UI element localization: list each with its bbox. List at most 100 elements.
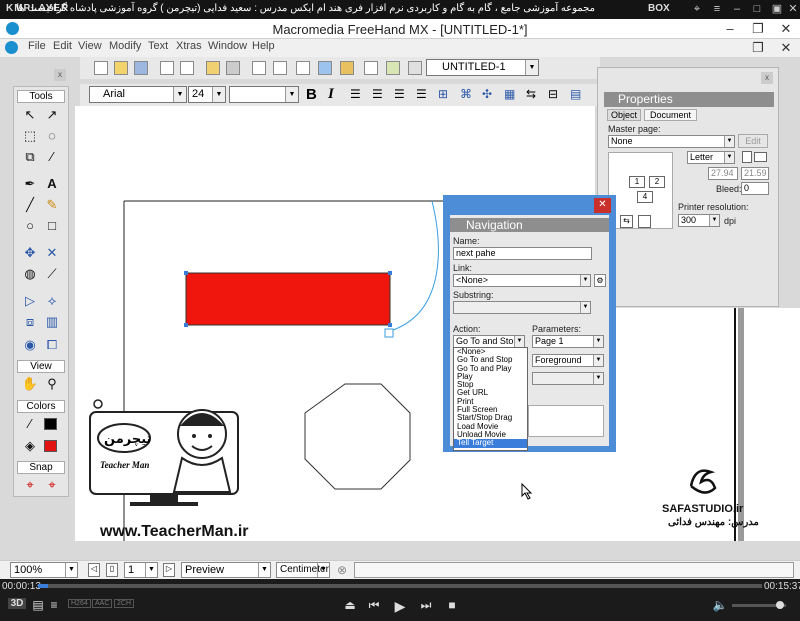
page-thumb-1[interactable]: 1 bbox=[629, 176, 645, 188]
stop-icon[interactable]: ■ bbox=[444, 598, 460, 612]
name-input[interactable]: next pahe bbox=[453, 247, 592, 260]
parameter-page-select[interactable]: Page 1 ▼ bbox=[532, 335, 604, 348]
app-restore-icon[interactable]: ❐ bbox=[744, 20, 772, 37]
page-thumb-2[interactable]: 2 bbox=[649, 176, 665, 188]
text-editor-icon[interactable]: ⊟ bbox=[548, 87, 558, 101]
text-style-select[interactable]: ▼ bbox=[229, 86, 299, 103]
action-option-selected[interactable]: Tell Target bbox=[454, 438, 527, 448]
text-tool-icon[interactable]: A bbox=[42, 175, 62, 193]
font-size-select[interactable]: 24 ▼ bbox=[188, 86, 226, 103]
selection-handle[interactable] bbox=[184, 271, 188, 275]
page-tool-icon[interactable]: ⬚ bbox=[20, 127, 40, 145]
parameter-layer-select[interactable]: Foreground ▼ bbox=[532, 354, 604, 367]
menu-icon[interactable]: ≡ bbox=[710, 2, 724, 16]
line-tool-icon[interactable]: ╱ bbox=[20, 196, 40, 214]
lasso-tool-icon[interactable]: ◌ bbox=[42, 127, 62, 145]
page-orientation-icon[interactable]: ⇆ bbox=[620, 215, 633, 228]
unlock-icon[interactable] bbox=[226, 61, 240, 75]
font-select[interactable]: Arial ▼ bbox=[89, 86, 187, 103]
convert-outline-icon[interactable]: ✣ bbox=[482, 87, 492, 101]
text-wrap-icon[interactable]: ⊞ bbox=[438, 87, 448, 101]
stroke-color-swatch[interactable] bbox=[44, 418, 57, 430]
minimize-icon[interactable]: – bbox=[730, 2, 744, 16]
properties-close-icon[interactable]: x bbox=[761, 72, 773, 84]
justify-icon[interactable]: ☰ bbox=[416, 87, 427, 101]
trace-tool-icon[interactable]: ◉ bbox=[20, 336, 40, 354]
navigation-header[interactable]: Navigation bbox=[450, 218, 609, 232]
menu-text[interactable]: Text bbox=[148, 40, 168, 52]
selection-handle[interactable] bbox=[388, 323, 392, 327]
snap-to-guide-icon[interactable]: ⌖ bbox=[42, 476, 62, 494]
graph-tool-icon[interactable]: ▥ bbox=[42, 313, 62, 331]
navigation-close-icon[interactable]: ✕ bbox=[594, 198, 611, 213]
tab-object[interactable]: Object bbox=[607, 109, 642, 121]
page-size-select[interactable]: Letter ▼ bbox=[687, 151, 735, 164]
app-minimize-icon[interactable]: – bbox=[716, 20, 744, 37]
action-dropdown-list[interactable]: <None> Go To and Stop Go To and Play Pla… bbox=[453, 347, 528, 451]
align-left-icon[interactable]: ☰ bbox=[350, 87, 361, 101]
knife-tool-icon[interactable]: ⟋ bbox=[42, 265, 62, 283]
settings-icon[interactable]: ≡ bbox=[46, 598, 62, 612]
connector-tool-icon[interactable]: ⧠ bbox=[42, 336, 62, 354]
library-icon[interactable] bbox=[296, 61, 310, 75]
close-icon[interactable]: ✕ bbox=[786, 2, 800, 16]
fullscreen-icon[interactable]: ▣ bbox=[770, 2, 784, 16]
ellipse-tool-icon[interactable]: ○ bbox=[20, 217, 40, 235]
menu-help[interactable]: Help bbox=[252, 40, 275, 52]
portrait-icon[interactable] bbox=[742, 151, 752, 163]
octagon-shape[interactable] bbox=[304, 383, 411, 490]
lock-icon[interactable] bbox=[206, 61, 220, 75]
rectangle-tool-icon[interactable]: □ bbox=[42, 217, 62, 235]
doc-restore-icon[interactable]: ❐ bbox=[744, 39, 772, 56]
columns-icon[interactable]: ▤ bbox=[570, 87, 581, 101]
printer-resolution-select[interactable]: 300 ▼ bbox=[678, 214, 720, 227]
page-layout-icon[interactable] bbox=[638, 215, 651, 228]
transform-tool-icon[interactable]: ✥ bbox=[20, 244, 40, 262]
bold-icon[interactable]: B bbox=[306, 86, 317, 103]
fill-color-icon[interactable]: ◈ bbox=[20, 437, 40, 455]
menu-modify[interactable]: Modify bbox=[109, 40, 141, 52]
menu-file[interactable]: File bbox=[28, 40, 46, 52]
app-close-icon[interactable]: ✕ bbox=[772, 20, 800, 37]
navigation-notes-field[interactable] bbox=[528, 405, 604, 437]
play-icon[interactable]: ▶ bbox=[392, 598, 408, 615]
color-mixer-icon[interactable] bbox=[340, 61, 354, 75]
scale-tool-icon[interactable]: ⧉ bbox=[20, 148, 40, 166]
pin-icon[interactable]: ⌖ bbox=[690, 2, 704, 16]
page-thumb-4[interactable]: 4 bbox=[637, 191, 653, 203]
document-icon[interactable] bbox=[5, 41, 18, 54]
link-settings-icon[interactable]: ⚙ bbox=[594, 274, 606, 287]
page-select[interactable]: 1 ▼ bbox=[124, 562, 158, 578]
layers-icon[interactable] bbox=[364, 61, 378, 75]
mirror-tool-icon[interactable]: ⟡ bbox=[42, 292, 62, 310]
page-width-field[interactable]: 27.94 bbox=[708, 167, 738, 180]
page-height-field[interactable]: 21.59 bbox=[741, 167, 769, 180]
attach-path-icon[interactable]: ⌘ bbox=[460, 87, 472, 101]
landscape-icon[interactable] bbox=[754, 152, 767, 162]
next-icon[interactable]: ⏭ bbox=[418, 598, 434, 613]
maximize-icon[interactable]: □ bbox=[750, 2, 764, 16]
link-select[interactable]: <None> ▼ bbox=[453, 274, 591, 287]
box-button[interactable]: BOX bbox=[648, 3, 670, 14]
selection-handle[interactable] bbox=[388, 271, 392, 275]
object-icon[interactable] bbox=[408, 61, 422, 75]
volume-slider[interactable] bbox=[732, 601, 786, 609]
page-icon[interactable]: ▯ bbox=[106, 563, 118, 577]
stroke-color-icon[interactable]: ⁄ bbox=[20, 415, 40, 433]
bleed-field[interactable]: 0 bbox=[741, 182, 769, 195]
skew-tool-icon[interactable]: ✕ bbox=[42, 244, 62, 262]
document-select[interactable]: UNTITLED-1 ▼ bbox=[426, 59, 539, 76]
hand-tool-icon[interactable]: ✋ bbox=[20, 375, 40, 393]
units-select[interactable]: Centimeter ▼ bbox=[276, 562, 330, 578]
selection-handle[interactable] bbox=[184, 323, 188, 327]
view-mode-select[interactable]: Preview ▼ bbox=[181, 562, 271, 578]
import-icon[interactable] bbox=[160, 61, 174, 75]
doc-close-icon[interactable]: ✕ bbox=[772, 39, 800, 56]
fill-color-swatch[interactable] bbox=[44, 440, 57, 452]
align-center-icon[interactable]: ☰ bbox=[372, 87, 383, 101]
eject-icon[interactable]: ⏏ bbox=[342, 598, 358, 612]
menu-view[interactable]: View bbox=[78, 40, 102, 52]
menu-edit[interactable]: Edit bbox=[53, 40, 72, 52]
pencil-tool-icon[interactable]: ✎ bbox=[42, 196, 62, 214]
seek-bar[interactable] bbox=[38, 584, 762, 588]
